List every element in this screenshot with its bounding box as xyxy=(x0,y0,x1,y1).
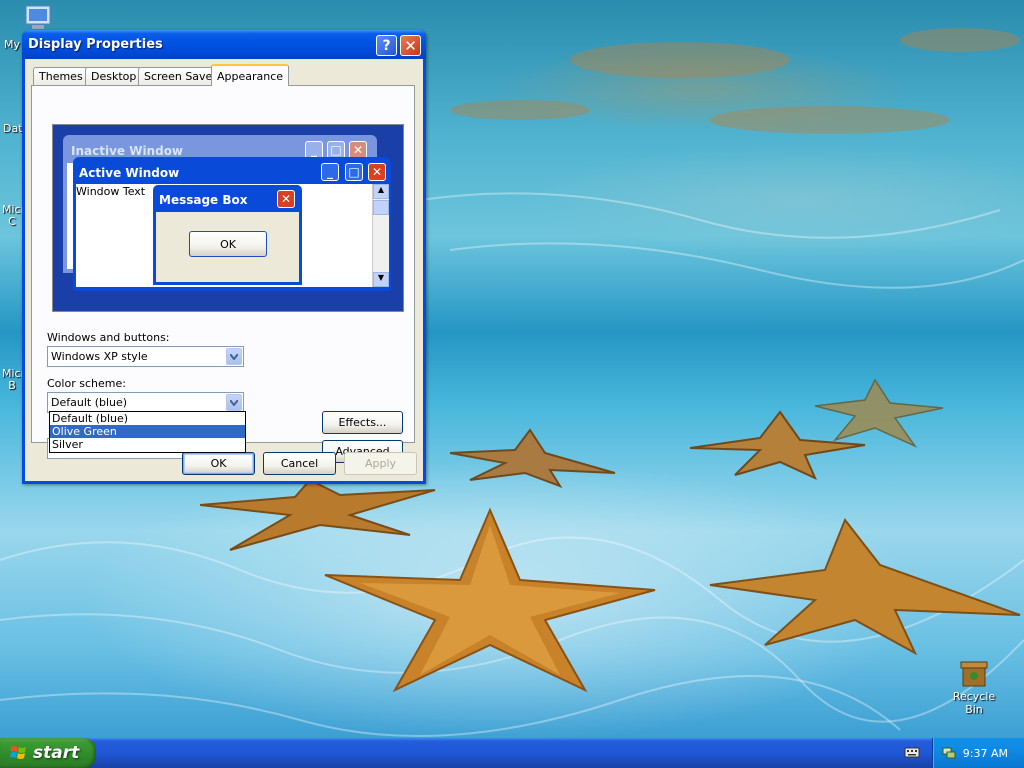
help-button[interactable]: ? xyxy=(376,35,397,56)
windows-and-buttons-value: Windows XP style xyxy=(51,350,148,363)
preview-active-close-icon: ✕ xyxy=(368,163,386,181)
windows-and-buttons-select[interactable]: Windows XP style xyxy=(47,346,244,367)
system-tray: 9:37 AM xyxy=(932,738,1024,768)
preview-message-close-icon: ✕ xyxy=(277,190,295,208)
cancel-button[interactable]: Cancel xyxy=(263,452,336,475)
windows-and-buttons-label: Windows and buttons: xyxy=(47,331,170,344)
dialog-titlebar[interactable]: Display Properties ? ✕ xyxy=(22,30,426,59)
close-icon: ✕ xyxy=(404,36,417,55)
windows-logo-icon xyxy=(10,746,26,759)
dialog-title: Display Properties xyxy=(28,37,163,52)
preview-inactive-title: Inactive Window xyxy=(71,144,184,158)
computer-icon xyxy=(25,5,51,29)
starfish-background xyxy=(815,378,944,448)
network-icon[interactable] xyxy=(941,745,957,761)
chevron-down-icon xyxy=(226,394,242,411)
preview-ok-button: OK xyxy=(189,231,267,257)
starfish-middle xyxy=(450,428,616,488)
dropdown-option-default-blue[interactable]: Default (blue) xyxy=(50,412,245,425)
desktop-icon-label-micr-c: Micr C xyxy=(2,203,26,228)
color-scheme-dropdown-list: Default (blue) Olive Green Silver xyxy=(49,411,246,453)
recycle-bin[interactable]: Recycle Bin xyxy=(944,656,1004,716)
tab-desktop[interactable]: Desktop xyxy=(85,67,143,85)
chevron-down-icon xyxy=(226,348,242,365)
scroll-up-icon: ▲ xyxy=(373,184,389,199)
tab-appearance[interactable]: Appearance xyxy=(211,64,290,86)
effects-button[interactable]: Effects... xyxy=(322,411,403,434)
preview-message-box-title: Message Box xyxy=(159,193,248,207)
start-button[interactable]: start xyxy=(0,738,96,768)
clock[interactable]: 9:37 AM xyxy=(963,747,1008,760)
recycle-bin-label: Recycle Bin xyxy=(952,690,996,716)
color-scheme-select[interactable]: Default (blue) xyxy=(47,392,244,413)
starfish-left xyxy=(200,478,436,551)
apply-button[interactable]: Apply xyxy=(344,452,417,475)
appearance-preview: Inactive Window _ □ ✕ Active Window _ □ … xyxy=(52,124,404,312)
color-scheme-value: Default (blue) xyxy=(51,396,128,409)
scroll-thumb xyxy=(373,200,389,215)
color-scheme-label: Color scheme: xyxy=(47,377,126,390)
dropdown-option-olive-green[interactable]: Olive Green xyxy=(50,425,245,438)
preview-active-maximize-icon: □ xyxy=(345,163,363,181)
preview-scrollbar: ▲ ▼ xyxy=(372,184,389,287)
keyboard-icon[interactable] xyxy=(904,745,920,759)
appearance-tab-panel: Inactive Window _ □ ✕ Active Window _ □ … xyxy=(31,85,415,463)
start-label: start xyxy=(33,743,80,763)
desktop-icon-label-micr-b: Micr B xyxy=(2,367,26,392)
close-button[interactable]: ✕ xyxy=(400,35,421,56)
ok-button[interactable]: OK xyxy=(182,452,255,475)
display-properties-dialog: Display Properties ? ✕ Themes Desktop Sc… xyxy=(22,30,426,484)
recycle-bin-icon xyxy=(960,661,988,687)
preview-message-box: Message Box ✕ OK xyxy=(153,185,302,285)
help-icon: ? xyxy=(382,37,391,54)
dialog-client-area: Themes Desktop Screen Saver Appearance I… xyxy=(25,59,423,481)
scroll-down-icon: ▼ xyxy=(373,272,389,287)
dropdown-option-silver[interactable]: Silver xyxy=(50,438,245,451)
starfish-right xyxy=(709,518,1021,655)
preview-window-text: Window Text xyxy=(76,185,146,198)
desktop-icon-label-my: My xyxy=(4,38,21,51)
tab-themes[interactable]: Themes xyxy=(33,67,89,85)
taskbar: start 9:37 AM xyxy=(0,738,1024,768)
preview-active-minimize-icon: _ xyxy=(321,163,339,181)
desktop-icon-label-dat: Dat xyxy=(3,122,23,135)
preview-active-title: Active Window xyxy=(79,166,180,180)
